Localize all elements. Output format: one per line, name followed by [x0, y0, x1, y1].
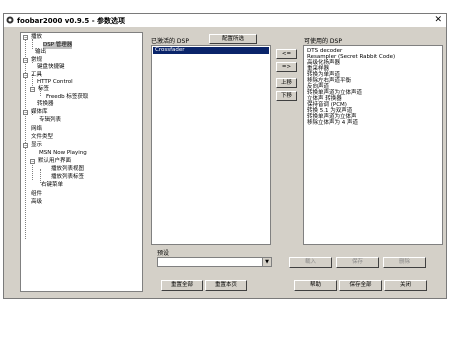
collapse-icon[interactable]: − [30, 87, 35, 92]
foobar-app-icon [6, 16, 14, 24]
reset-all-button[interactable]: 重置全部 [161, 280, 203, 291]
move-left-button[interactable]: <= [276, 49, 297, 59]
move-right-button[interactable]: => [276, 62, 297, 72]
configure-selected-button[interactable]: 配置所选 [209, 34, 257, 44]
reset-page-button[interactable]: 重置本页 [205, 280, 247, 291]
save-preset-button[interactable]: 保存 [336, 257, 379, 268]
load-preset-button[interactable]: 载入 [289, 257, 332, 268]
close-window-icon[interactable]: ✕ [434, 14, 442, 26]
active-dsp-label: 已激活的 DSP [151, 38, 189, 45]
collapse-icon[interactable]: − [23, 110, 28, 115]
active-dsp-item[interactable]: Crossfader [152, 46, 270, 55]
collapse-icon[interactable]: − [30, 159, 35, 164]
help-button[interactable]: 帮助 [294, 280, 337, 291]
delete-preset-button[interactable]: 删除 [383, 257, 426, 268]
dropdown-arrow-icon[interactable]: ▼ [262, 258, 271, 266]
window-title: foobar2000 v0.9.5 - 参数选项 [17, 17, 126, 25]
available-dsp-list[interactable]: DTS decoder Resampler (Secret Rabbit Cod… [303, 45, 443, 245]
presets-combobox[interactable]: ▼ [157, 257, 272, 267]
available-dsp-item[interactable]: 移除立体声为 4 声道 [307, 120, 358, 126]
collapse-icon[interactable]: − [23, 143, 28, 148]
collapse-icon[interactable]: − [23, 58, 28, 63]
presets-label: 预设 [157, 250, 170, 257]
active-dsp-list[interactable]: Crossfader [151, 45, 271, 245]
move-down-button[interactable]: 下移 [276, 91, 297, 101]
close-button[interactable]: 关闭 [384, 280, 427, 291]
save-all-button[interactable]: 保存全部 [339, 280, 382, 291]
move-up-button[interactable]: 上移 [276, 78, 297, 88]
title-bar[interactable]: foobar2000 v0.9.5 - 参数选项 ✕ [4, 14, 446, 27]
collapse-icon[interactable]: − [23, 73, 28, 78]
collapse-icon[interactable]: − [23, 35, 28, 40]
preferences-tree[interactable]: − 播放 DSP 管理器 输出 − 常规 键盘快捷键 − 工具 HTTP Con… [20, 32, 143, 292]
available-dsp-label: 可使用的 DSP [304, 38, 342, 45]
